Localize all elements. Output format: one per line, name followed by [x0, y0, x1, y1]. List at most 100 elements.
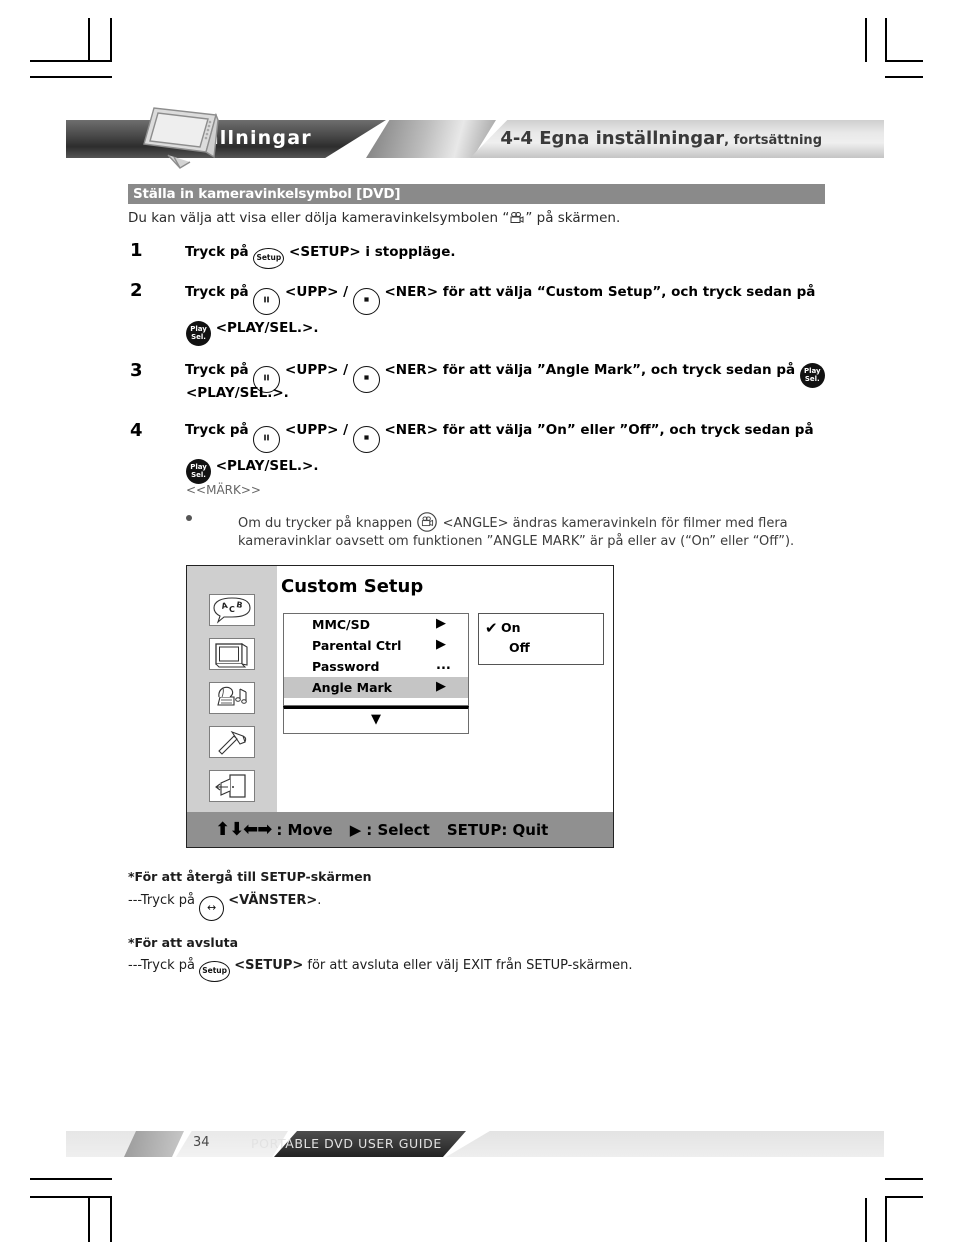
- page-title-sub: , fortsättning: [724, 133, 822, 148]
- sidebar-item-exit[interactable]: [209, 770, 255, 802]
- note-suffix: <ANGLE> ändras kameravinkeln för filmer …: [442, 516, 788, 531]
- step-2-text-line2: Play Sel. <PLAY/SEL.>.: [186, 320, 319, 346]
- portable-dvd-player-icon: [143, 107, 219, 169]
- step-4-number: 4: [130, 420, 143, 441]
- left-button-icon[interactable]: ↔: [199, 896, 225, 921]
- down-stop-button-icon[interactable]: [352, 366, 380, 393]
- step-1-suffix: <SETUP> i stoppläge.: [289, 244, 456, 260]
- crop-mark-top-left-h: [30, 60, 112, 62]
- step-4-mid: <UPP> /: [285, 422, 349, 438]
- step-3-mid: <UPP> /: [285, 362, 349, 378]
- custom-hammer-icon: [218, 730, 247, 755]
- footer-left-fill: [66, 1131, 136, 1157]
- osd-scroll-down-indicator[interactable]: ▼: [283, 706, 469, 734]
- play-sel-button-icon[interactable]: Play Sel.: [799, 362, 825, 388]
- return-note-line: ---Tryck på ↔ <VÄNSTER>.: [128, 893, 321, 921]
- return-note-suffix: .: [317, 893, 322, 908]
- down-stop-button-icon[interactable]: [352, 288, 380, 315]
- osd-title: Custom Setup: [281, 576, 424, 597]
- play-sel-top: Play: [190, 324, 207, 333]
- footer-right-fill: [446, 1131, 884, 1157]
- page-number: 34: [193, 1135, 210, 1150]
- svg-text:C: C: [229, 605, 235, 614]
- chevron-right-icon: ▶: [436, 616, 446, 631]
- step-3-number: 3: [130, 360, 143, 381]
- note-line-2: kameravinklar oavsett om funktionen ”ANG…: [238, 534, 795, 549]
- page-title: 4-4 Egna inställningar, fortsättning: [500, 128, 822, 149]
- play-sel-top: Play: [803, 366, 821, 375]
- up-pause-button-icon[interactable]: [253, 288, 281, 315]
- step-2-text-line1: Tryck på <UPP> / <NER> för att välja “Cu…: [185, 284, 815, 315]
- setup-button-icon[interactable]: Setup: [253, 248, 285, 269]
- osd-menu-item-mmcsd[interactable]: MMC/SD ▶: [284, 614, 468, 635]
- step-3-suffix: <NER> för att välja ”Angle Mark”, och tr…: [384, 362, 796, 378]
- step-1-prefix: Tryck på: [185, 244, 249, 260]
- osd-menu-item-parental-ctrl[interactable]: Parental Ctrl ▶: [284, 635, 468, 656]
- sidebar-item-display[interactable]: [209, 638, 255, 670]
- play-sel-bottom: Sel.: [191, 333, 206, 341]
- crop-mark-top-left-v: [110, 18, 112, 62]
- osd-option-on[interactable]: ✔ On: [485, 619, 521, 637]
- crop-mark-bottom-right-v2: [865, 1198, 867, 1242]
- osd-option-off[interactable]: Off: [509, 640, 530, 655]
- crop-mark-bottom-left-h2: [30, 1196, 112, 1198]
- osd-menu-ellipsis: ...: [436, 658, 451, 673]
- step-4-text-line1: Tryck på <UPP> / <NER> för att välja ”On…: [185, 422, 814, 453]
- osd-move-label: : Move: [276, 820, 333, 839]
- note-prefix: Om du trycker på knappen: [238, 516, 413, 531]
- up-pause-button-icon[interactable]: [253, 426, 281, 453]
- crop-mark-top-left-h2: [30, 76, 112, 78]
- step-1-text: Tryck på Setup <SETUP> i stoppläge.: [185, 244, 455, 269]
- play-sel-button-icon[interactable]: Play Sel.: [186, 320, 211, 346]
- play-sel-button-icon[interactable]: Play Sel.: [186, 458, 211, 484]
- step-1-number: 1: [130, 240, 143, 261]
- crop-mark-top-right-h2: [885, 76, 923, 78]
- crop-mark-bottom-left-h: [30, 1178, 112, 1180]
- step-4-playsel-label: <PLAY/SEL.>.: [215, 458, 319, 474]
- play-sel-bottom: Sel.: [191, 471, 206, 479]
- step-2-playsel-label: <PLAY/SEL.>.: [215, 320, 319, 336]
- crop-mark-bottom-right-h: [885, 1178, 923, 1180]
- return-note-bold: <VÄNSTER>: [228, 893, 318, 908]
- osd-menu-label: Parental Ctrl: [312, 638, 402, 653]
- tv-display-icon: [215, 643, 248, 668]
- osd-menu-item-angle-mark[interactable]: Angle Mark ▶: [284, 677, 468, 698]
- step-4-text-line2: Play Sel. <PLAY/SEL.>.: [186, 458, 319, 484]
- step-4-suffix: <NER> för att välja ”On” eller ”Off”, oc…: [384, 422, 814, 438]
- step-4-prefix: Tryck på: [185, 422, 249, 438]
- sidebar-item-custom[interactable]: [209, 726, 255, 758]
- exit-note-line: ---Tryck på Setup <SETUP> för att avslut…: [128, 958, 633, 982]
- custom-setup-screenshot: A C B Custom Setup MMC/SD ▶ Parental Ctr…: [186, 565, 614, 848]
- setup-button-icon[interactable]: Setup: [199, 961, 231, 982]
- direction-arrows-icon: ⬆⬇⬅➡: [215, 819, 272, 840]
- bullet-point-icon: [186, 515, 192, 521]
- step-3-prefix: Tryck på: [185, 362, 249, 378]
- mark-note-label: <<MÄRK>>: [186, 483, 261, 497]
- down-stop-button-icon[interactable]: [352, 426, 380, 453]
- osd-menu-label: Angle Mark: [312, 680, 392, 695]
- section-header-label: Ställa in kameravinkelsymbol [DVD]: [133, 186, 401, 202]
- return-note-heading: *För att återgå till SETUP-skärmen: [128, 869, 372, 884]
- exit-note-bold: <SETUP>: [234, 958, 304, 973]
- exit-door-icon: [215, 774, 246, 798]
- crop-mark-bottom-left-v2: [88, 1198, 90, 1242]
- intro-suffix: ” på skärmen.: [525, 210, 621, 226]
- sidebar-item-audio[interactable]: [209, 682, 255, 714]
- osd-options-panel: ✔ On Off: [478, 613, 604, 665]
- exit-note-heading: *För att avsluta: [128, 935, 239, 950]
- osd-menu-item-password[interactable]: Password ...: [284, 656, 468, 677]
- sidebar-item-language[interactable]: A C B: [209, 594, 255, 626]
- osd-menu-label: MMC/SD: [312, 617, 370, 632]
- osd-quit-label: SETUP: Quit: [446, 820, 549, 839]
- crop-mark-top-right-v: [885, 18, 887, 62]
- step-2-suffix: <NER> för att välja “Custom Setup”, och …: [384, 284, 816, 300]
- osd-sidebar: A C B: [187, 566, 277, 812]
- language-speech-bubble-icon: A C B: [213, 597, 251, 624]
- crop-mark-bottom-right-h2: [885, 1196, 923, 1198]
- play-sel-bottom: Sel.: [804, 375, 820, 383]
- angle-button-icon[interactable]: [416, 512, 438, 532]
- crop-mark-bottom-right-v: [885, 1198, 887, 1242]
- play-arrow-icon: ▶: [349, 820, 362, 839]
- exit-note-suffix: för att avsluta eller välj EXIT från SET…: [307, 958, 633, 973]
- osd-footer-hints: ⬆⬇⬅➡ : Move ▶ : Select SETUP: Quit: [187, 812, 613, 847]
